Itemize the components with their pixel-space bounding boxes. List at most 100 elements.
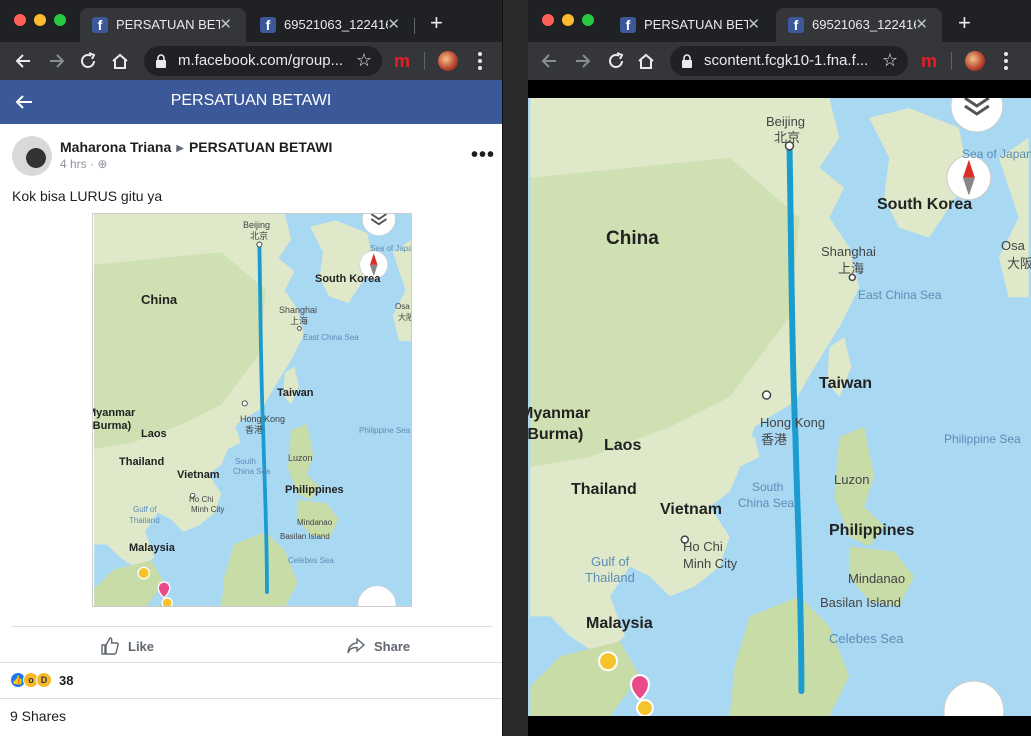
close-tab-icon[interactable]: ✕ — [915, 15, 928, 33]
divider — [0, 698, 502, 699]
map-label: Laos — [141, 428, 167, 440]
lock-icon — [156, 54, 166, 68]
tab-persatuan-betawi[interactable]: f PERSATUAN BETAWI ✕ — [608, 8, 774, 42]
group-title: PERSATUAN BETAWI — [170, 92, 332, 109]
map-label: 北京 — [250, 230, 268, 241]
map-label: Celebes Sea — [288, 556, 334, 565]
minimize-window-button[interactable] — [34, 14, 46, 26]
image-viewer-background — [528, 80, 1031, 98]
share-button[interactable]: Share — [346, 636, 410, 656]
new-tab-button[interactable]: + — [430, 11, 443, 35]
bookmark-star-icon[interactable]: ☆ — [356, 50, 372, 71]
facebook-favicon-icon: f — [92, 17, 108, 33]
bookmark-star-icon[interactable]: ☆ — [882, 50, 898, 71]
forward-arrow-icon[interactable] — [42, 47, 70, 75]
map-label: 上海 — [290, 315, 308, 326]
close-window-button[interactable] — [14, 14, 26, 26]
map-label: Luzon — [834, 472, 869, 487]
author-avatar[interactable] — [12, 136, 52, 176]
full-size-map-image[interactable]: Beijing 北京 Sea of Japan South Korea Chin… — [528, 98, 1031, 716]
map-label: Gulf of — [133, 505, 157, 514]
browser-menu-icon[interactable] — [478, 52, 482, 70]
map-label: Ho Chi — [189, 495, 214, 504]
post-time[interactable]: 4 hrs — [60, 157, 87, 171]
facebook-page: PERSATUAN BETAWI Maharona Triana ▶ PERSATU… — [0, 80, 502, 736]
close-tab-icon[interactable]: ✕ — [387, 15, 400, 33]
triangle-right-icon: ▶ — [176, 143, 184, 154]
browser-window-right: f PERSATUAN BETAWI ✕ f 69521063_122416 ✕… — [528, 0, 1031, 736]
map-label: Philippines — [285, 484, 344, 496]
map-label: Ho Chi — [683, 539, 723, 554]
map-label: Shanghai — [821, 244, 876, 259]
tab-persatuan-betawi[interactable]: f PERSATUAN BETAWI ✕ — [80, 8, 246, 42]
group-name-link[interactable]: PERSATUAN BETAWI — [189, 139, 332, 155]
tab-title: 69521063_122416 — [284, 17, 388, 32]
map-label: East China Sea — [858, 288, 942, 302]
back-arrow-icon[interactable] — [10, 47, 38, 75]
extension-m-icon[interactable]: m — [394, 51, 410, 72]
close-window-button[interactable] — [542, 14, 554, 26]
map-label: Beijing — [243, 220, 270, 230]
maximize-window-button[interactable] — [54, 14, 66, 26]
map-label: Celebes Sea — [829, 631, 904, 646]
home-icon[interactable] — [632, 47, 660, 75]
reload-icon[interactable] — [602, 47, 630, 75]
like-label: Like — [128, 638, 155, 654]
browser-menu-icon[interactable] — [1004, 52, 1008, 70]
map-label: Malaysia — [586, 615, 653, 632]
address-bar[interactable]: scontent.fcgk10-1.fna.f... ☆ — [670, 46, 908, 76]
post-options-icon[interactable]: ••• — [471, 144, 495, 167]
map-label: South — [752, 480, 783, 494]
map-label: Basilan Island — [820, 595, 901, 610]
map-label: 香港 — [245, 424, 263, 435]
url-text: m.facebook.com/group... — [178, 52, 344, 69]
profile-avatar[interactable] — [965, 51, 985, 71]
fb-header: PERSATUAN BETAWI — [0, 80, 502, 124]
map-label: 香港 — [761, 432, 787, 447]
facebook-favicon-icon: f — [260, 17, 276, 33]
browser-toolbar: scontent.fcgk10-1.fna.f... ☆ m — [528, 42, 1031, 80]
profile-avatar[interactable] — [438, 51, 458, 71]
author-name-link[interactable]: Maharona Triana — [60, 139, 171, 155]
map-label: Taiwan — [819, 375, 872, 392]
image-viewer-background — [528, 716, 1031, 736]
globe-icon: ⊕ — [97, 157, 108, 171]
forward-arrow-icon[interactable] — [568, 47, 596, 75]
post-image[interactable]: Beijing 北京 Sea of Japan South Korea Chin… — [92, 213, 412, 607]
shares-count[interactable]: 9 Shares — [10, 708, 66, 724]
post-text: Kok bisa LURUS gitu ya — [12, 188, 163, 204]
tab-title: PERSATUAN BETAWI — [116, 17, 220, 32]
map-label: South Korea — [315, 273, 381, 285]
map-label: Sea of Japan — [962, 147, 1031, 161]
address-bar[interactable]: m.facebook.com/group... ☆ — [144, 46, 382, 76]
map-label: Thailand — [129, 516, 160, 525]
minimize-window-button[interactable] — [562, 14, 574, 26]
close-tab-icon[interactable]: ✕ — [219, 15, 232, 33]
tab-image[interactable]: f 69521063_122416 ✕ — [248, 8, 414, 42]
map-label: East China Sea — [303, 333, 359, 342]
new-tab-button[interactable]: + — [958, 11, 971, 35]
map-label: 大阪 — [1007, 256, 1031, 271]
map-label: Vietnam — [177, 469, 220, 481]
tab-image[interactable]: f 69521063_122416 ✕ — [776, 8, 942, 42]
map-label: Beijing — [766, 114, 805, 129]
close-tab-icon[interactable]: ✕ — [747, 15, 760, 33]
map-label: Hong Kong — [760, 415, 825, 430]
extension-m-icon[interactable]: m — [921, 51, 937, 72]
map-label: Vietnam — [660, 501, 722, 518]
map-label: 上海 — [838, 261, 864, 276]
map-label: Laos — [604, 437, 641, 454]
map-label: Thailand — [585, 570, 635, 585]
like-button[interactable]: Like — [100, 636, 154, 656]
tab-title: 69521063_122416 — [812, 17, 916, 32]
facebook-favicon-icon: f — [788, 17, 804, 33]
maximize-window-button[interactable] — [582, 14, 594, 26]
map-label: South Korea — [877, 196, 972, 213]
map-label: Myanmar — [528, 405, 590, 422]
tab-strip: f PERSATUAN BETAWI ✕ f 69521063_122416 ✕… — [0, 0, 502, 42]
divider — [12, 626, 492, 627]
home-icon[interactable] — [106, 47, 134, 75]
reactions-summary[interactable]: 👍 o D 38 — [10, 672, 73, 688]
back-arrow-icon[interactable] — [536, 47, 564, 75]
reload-icon[interactable] — [74, 47, 102, 75]
